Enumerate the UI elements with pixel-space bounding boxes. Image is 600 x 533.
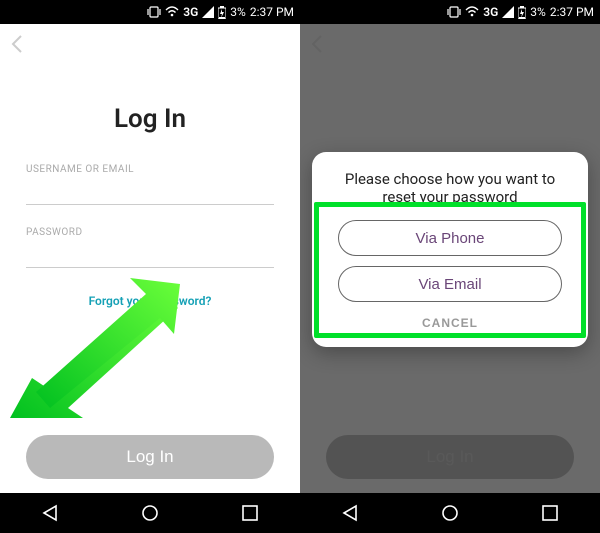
login-screen: Log In USERNAME OR EMAIL PASSWORD Forgot… bbox=[0, 24, 300, 493]
network-type: 3G bbox=[483, 5, 498, 19]
clock: 2:37 PM bbox=[550, 5, 594, 19]
nav-recent-icon[interactable] bbox=[540, 503, 560, 523]
modal-title: Please choose how you want to reset your… bbox=[326, 170, 574, 206]
battery-percent: 3% bbox=[530, 5, 546, 19]
battery-percent: 3% bbox=[230, 5, 246, 19]
username-input[interactable] bbox=[26, 179, 274, 205]
nav-recent-icon[interactable] bbox=[240, 503, 260, 523]
nav-home-icon[interactable] bbox=[140, 503, 160, 523]
username-label: USERNAME OR EMAIL bbox=[26, 164, 274, 175]
wifi-icon bbox=[465, 6, 479, 18]
vibrate-icon bbox=[147, 6, 161, 18]
login-button[interactable]: Log In bbox=[26, 435, 274, 479]
nav-back-icon[interactable] bbox=[40, 503, 60, 523]
password-input[interactable] bbox=[26, 242, 274, 268]
android-nav-bar bbox=[0, 493, 300, 533]
battery-icon bbox=[518, 6, 526, 19]
nav-back-icon[interactable] bbox=[340, 503, 360, 523]
battery-icon bbox=[218, 6, 226, 19]
forgot-password-link[interactable]: Forgot your password? bbox=[89, 294, 212, 308]
login-screen-dimmed: Log In Please choose how you want to res… bbox=[300, 24, 600, 493]
status-bar: 3G 3% 2:37 PM bbox=[0, 0, 300, 24]
back-icon[interactable] bbox=[10, 34, 24, 59]
phone-right: 3G 3% 2:37 PM Log In Please choose how y… bbox=[300, 0, 600, 533]
password-label: PASSWORD bbox=[26, 227, 274, 238]
cancel-button[interactable]: CANCEL bbox=[422, 316, 478, 330]
network-type: 3G bbox=[183, 5, 198, 19]
vibrate-icon bbox=[447, 6, 461, 18]
page-title: Log In bbox=[26, 104, 274, 134]
signal-icon bbox=[202, 6, 214, 18]
signal-icon bbox=[502, 6, 514, 18]
via-email-button[interactable]: Via Email bbox=[338, 266, 561, 302]
reset-password-modal: Please choose how you want to reset your… bbox=[312, 152, 588, 347]
android-nav-bar bbox=[300, 493, 600, 533]
via-phone-button[interactable]: Via Phone bbox=[338, 220, 561, 256]
clock: 2:37 PM bbox=[250, 5, 294, 19]
status-bar: 3G 3% 2:37 PM bbox=[300, 0, 600, 24]
nav-home-icon[interactable] bbox=[440, 503, 460, 523]
phone-left: 3G 3% 2:37 PM Log In USERNAME OR EMAIL P… bbox=[0, 0, 300, 533]
wifi-icon bbox=[165, 6, 179, 18]
